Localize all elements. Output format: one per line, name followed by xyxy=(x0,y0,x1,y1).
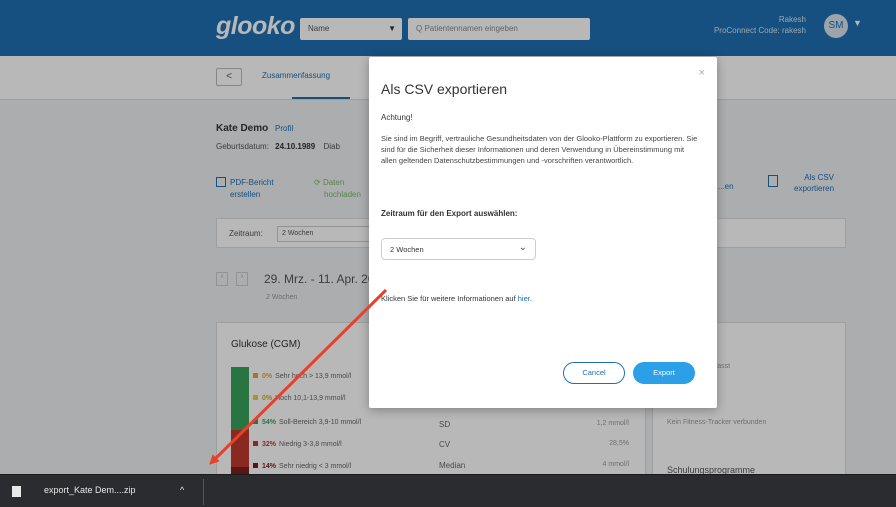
annotation-arrow xyxy=(209,288,388,465)
divider xyxy=(203,479,204,505)
browser-download-bar: export_Kate Dem....zip ^ xyxy=(0,474,896,507)
chevron-up-icon[interactable]: ^ xyxy=(180,485,184,495)
download-file-name[interactable]: export_Kate Dem....zip xyxy=(44,485,136,495)
file-icon xyxy=(12,486,21,497)
